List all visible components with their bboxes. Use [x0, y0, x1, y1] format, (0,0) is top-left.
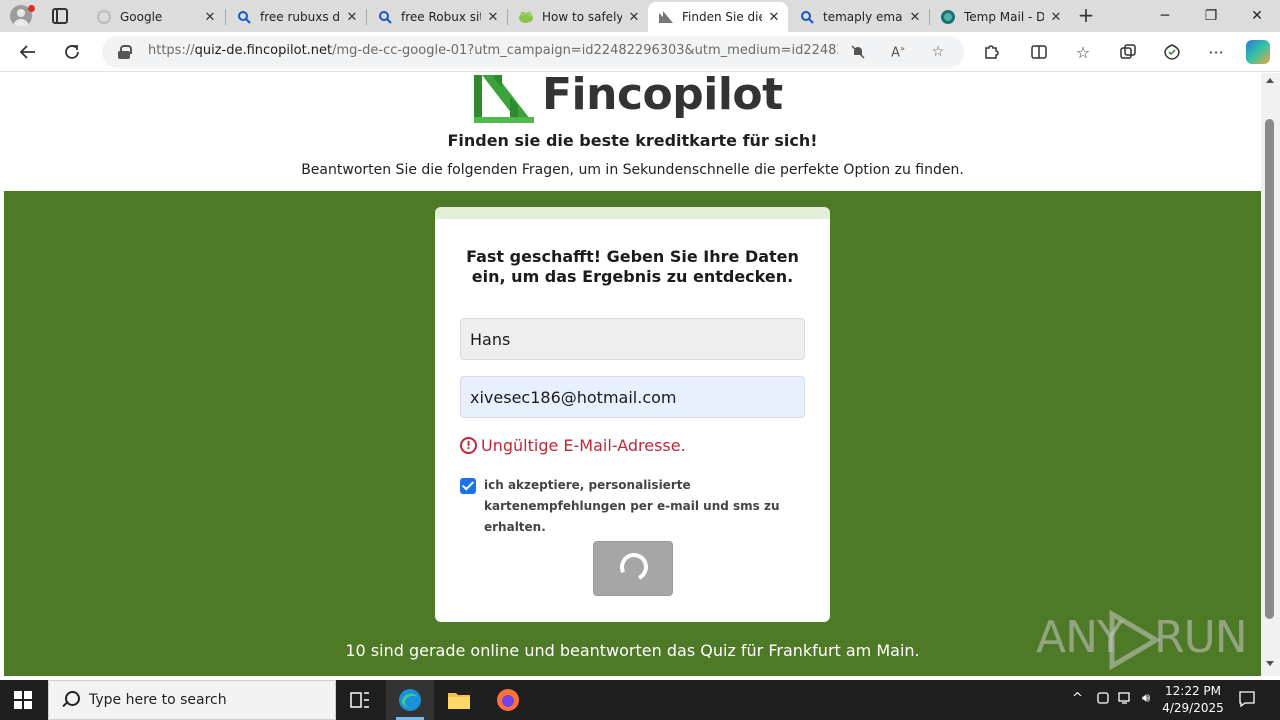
refresh-icon[interactable] — [60, 40, 84, 64]
progress-bar — [435, 207, 830, 219]
tab-finden-sie-die[interactable]: Finden Sie die ✕ — [648, 2, 788, 32]
email-error-message: ! Ungültige E-Mail-Adresse. — [460, 433, 686, 457]
quiz-section: Fast geschafft! Geben Sie Ihre Daten ein… — [4, 191, 1261, 676]
tab-free-rubuxs[interactable]: free rubuxs do ✕ — [226, 2, 366, 32]
name-input[interactable]: Hans — [460, 318, 805, 360]
logo-wordmark: Fincopilot — [542, 73, 783, 120]
fincopilot-icon — [658, 9, 674, 25]
firefox-icon[interactable] — [484, 680, 532, 720]
close-icon[interactable]: ✕ — [202, 9, 218, 25]
loading-spinner-icon — [616, 549, 652, 585]
form-title: Fast geschafft! Geben Sie Ihre Daten ein… — [466, 247, 799, 286]
tempmail-icon — [940, 9, 956, 25]
system-clock[interactable]: 12:22 PM 4/29/2025 — [1160, 683, 1226, 717]
split-screen-icon[interactable] — [1028, 41, 1050, 63]
anyrun-watermark: ANY RUN — [1036, 608, 1248, 672]
tab-free-robux[interactable]: free Robux site ✕ — [367, 2, 507, 32]
page-header: Fincopilot Finden sie die beste kreditka… — [4, 73, 1261, 191]
page-title: Finden sie die beste kreditkarte für sic… — [447, 131, 818, 150]
minimize-icon[interactable]: ─ — [1142, 0, 1188, 32]
google-icon — [96, 9, 112, 25]
search-icon — [799, 9, 815, 25]
close-icon[interactable]: ✕ — [485, 9, 501, 25]
close-icon[interactable]: ✕ — [1048, 9, 1064, 25]
close-icon[interactable]: ✕ — [907, 9, 923, 25]
fincopilot-logo-icon — [472, 73, 534, 123]
task-view-icon[interactable] — [336, 680, 384, 720]
volume-icon[interactable]: 🔊︎ — [1142, 691, 1150, 706]
show-hidden-icons-chevron-icon[interactable]: ^ — [1072, 691, 1083, 706]
email-input[interactable]: xivesec186@hotmail.com — [460, 376, 805, 418]
notifications-icon[interactable] — [1238, 690, 1256, 712]
lead-form-card: Fast geschafft! Geben Sie Ihre Daten ein… — [435, 207, 830, 622]
address-bar[interactable]: https://quiz-de.fincopilot.net/mg-de-cc-… — [102, 36, 964, 68]
profile-notification-dot — [28, 5, 35, 12]
more-menu-icon[interactable]: ··· — [1205, 41, 1227, 63]
scroll-down-arrow-icon[interactable] — [1266, 661, 1274, 666]
network-icon[interactable] — [1118, 691, 1134, 709]
window-close-icon[interactable]: ✕ — [1234, 0, 1280, 32]
close-icon[interactable]: ✕ — [766, 9, 782, 25]
file-explorer-icon[interactable] — [435, 680, 483, 720]
page-viewport: Fincopilot Finden sie die beste kreditka… — [4, 73, 1261, 676]
favorites-icon[interactable]: ☆ — [1072, 41, 1094, 63]
url-text[interactable]: https://quiz-de.fincopilot.net/mg-de-cc-… — [148, 43, 838, 58]
submit-button[interactable] — [593, 541, 673, 596]
error-text: Ungültige E-Mail-Adresse. — [481, 435, 686, 455]
windows-taskbar: Type here to search ^ 🔊︎ 12:22 PM 4/29/2… — [0, 680, 1280, 720]
scrollbar-thumb[interactable] — [1265, 119, 1274, 619]
close-icon[interactable]: ✕ — [344, 9, 360, 25]
new-tab-plus-icon[interactable]: + — [1076, 5, 1096, 26]
tab-strip: Google ✕ free rubuxs do ✕ free Robux sit… — [0, 0, 1280, 32]
page-scrollbar[interactable] — [1261, 73, 1280, 676]
restore-icon[interactable]: ❐ — [1188, 0, 1234, 32]
page-subtitle: Beantworten Sie die folgenden Fragen, um… — [301, 162, 964, 178]
error-icon: ! — [460, 436, 477, 454]
taskbar-search-box[interactable]: Type here to search — [48, 680, 336, 720]
windows-start-icon[interactable] — [14, 691, 32, 709]
browser-toolbar: https://quiz-de.fincopilot.net/mg-de-cc-… — [0, 32, 1280, 72]
search-icon — [236, 9, 252, 25]
copilot-icon[interactable] — [1246, 40, 1270, 64]
security-shield-icon[interactable] — [1096, 691, 1110, 709]
collections-icon[interactable] — [1117, 41, 1139, 63]
back-arrow-icon[interactable] — [16, 40, 40, 64]
frog-icon — [518, 9, 534, 25]
scroll-up-arrow-icon[interactable] — [1266, 78, 1274, 83]
consent-label[interactable]: ich akzeptiere, personalisierte kartenem… — [484, 475, 804, 538]
tab-temaply-email[interactable]: temaply email ✕ — [789, 2, 929, 32]
fincopilot-logo[interactable]: Fincopilot — [472, 73, 802, 125]
lock-icon[interactable] — [118, 45, 132, 59]
tab-how-to-safely[interactable]: How to safely ✕ — [508, 2, 648, 32]
tab-actions-icon[interactable] — [52, 8, 68, 24]
read-aloud-icon[interactable]: A» — [888, 42, 908, 62]
favorite-star-icon[interactable]: ☆ — [928, 42, 948, 62]
consent-checkbox[interactable] — [460, 478, 476, 494]
close-icon[interactable]: ✕ — [626, 9, 642, 25]
tab-google[interactable]: Google ✕ — [86, 2, 224, 32]
tab-temp-mail[interactable]: Temp Mail - D ✕ — [930, 2, 1070, 32]
notifications-blocked-icon[interactable] — [848, 42, 868, 62]
browser-essentials-icon[interactable] — [1161, 41, 1183, 63]
search-icon — [61, 691, 80, 709]
search-icon — [377, 9, 393, 25]
edge-browser-icon[interactable] — [386, 680, 434, 720]
extensions-icon[interactable] — [980, 41, 1002, 63]
